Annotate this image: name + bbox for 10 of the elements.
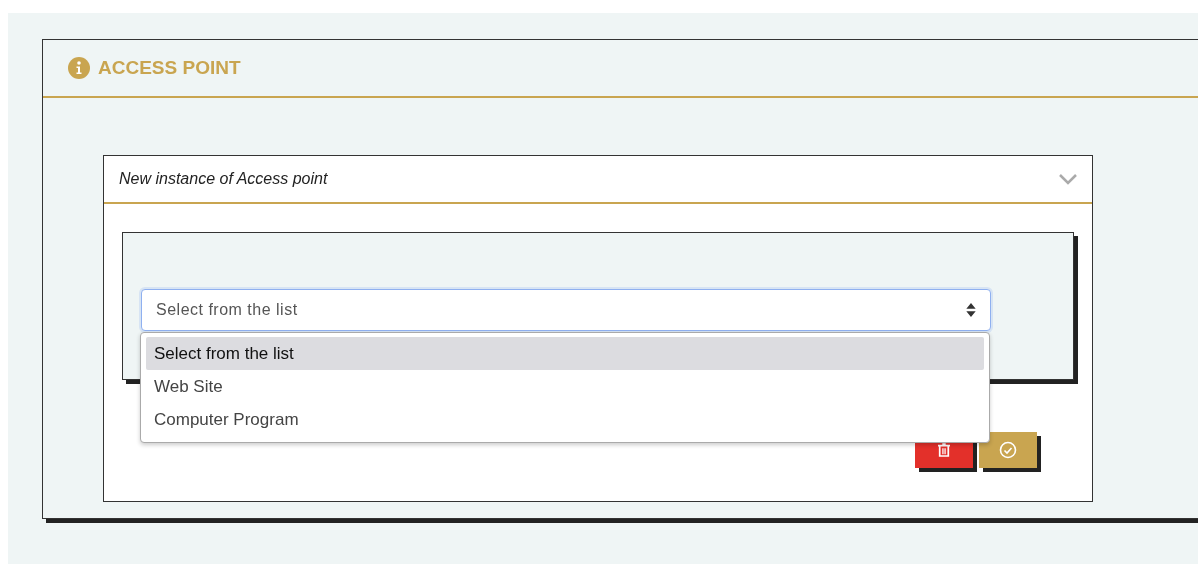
check-circle-icon bbox=[999, 441, 1017, 459]
panel-title: New instance of Access point bbox=[119, 170, 328, 188]
dropdown-option[interactable]: Web Site bbox=[146, 370, 984, 403]
select-field[interactable]: Select from the list bbox=[141, 289, 991, 331]
sort-arrows-icon bbox=[966, 303, 976, 317]
dropdown-option[interactable]: Computer Program bbox=[146, 403, 984, 436]
info-icon bbox=[68, 57, 90, 79]
dropdown-option[interactable]: Select from the list bbox=[146, 337, 984, 370]
section-title: ACCESS POINT bbox=[98, 57, 241, 79]
chevron-icon[interactable] bbox=[1058, 173, 1078, 185]
